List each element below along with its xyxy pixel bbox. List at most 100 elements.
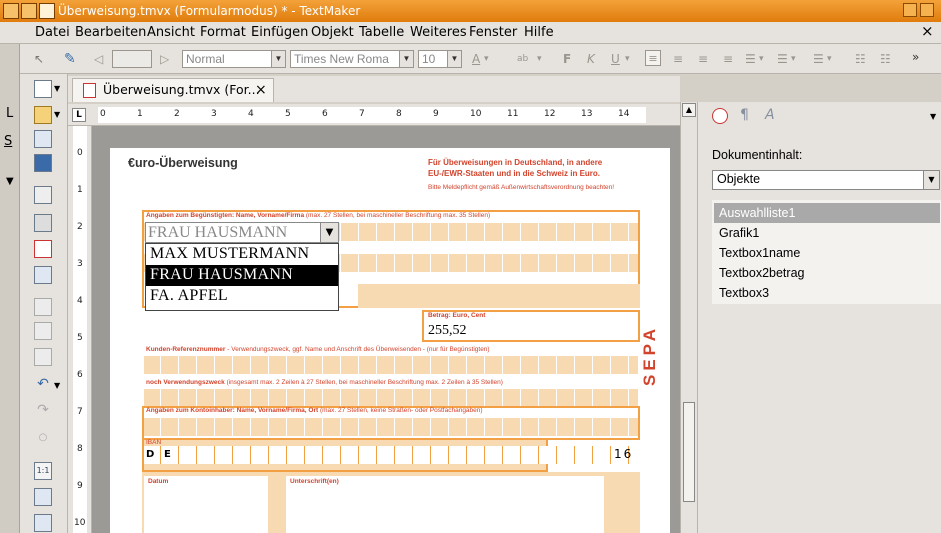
outline-icon[interactable]: ☰	[813, 51, 824, 67]
vertical-ruler-numbers: 0 1 2 3 4 5 6 7 8 9 10	[68, 126, 92, 533]
app-menu-icon[interactable]	[3, 3, 19, 19]
document-canvas[interactable]: €uro-Überweisung Für Überweisungen in De…	[92, 126, 680, 533]
maximize-button[interactable]	[920, 3, 934, 17]
menu-format[interactable]: Format	[200, 26, 246, 40]
window-title-bar[interactable]: Überweisung.tmvx (Formularmodus) * - Tex…	[0, 0, 941, 22]
sidebar-menu-icon[interactable]: ▼	[930, 112, 936, 121]
numbering-icon[interactable]: ☰	[777, 51, 788, 67]
paste-icon[interactable]	[34, 348, 52, 366]
bullets-dropdown[interactable]: ▾	[759, 51, 764, 67]
sidebar-item-auswahlliste1[interactable]: Auswahlliste1	[714, 203, 940, 223]
save-icon[interactable]	[34, 154, 52, 172]
page-width-icon[interactable]	[34, 488, 52, 506]
cut-icon[interactable]	[34, 298, 52, 316]
print-setup-icon[interactable]	[34, 186, 52, 204]
sidebar-filter-select[interactable]: Objekte ▼	[712, 170, 940, 190]
full-page-icon[interactable]	[34, 514, 52, 532]
undo-icon[interactable]: ↶	[34, 376, 52, 394]
underline-dropdown[interactable]: ▾	[625, 51, 630, 67]
circle-icon[interactable]: ○	[34, 430, 52, 448]
tab-stop-selector-icon[interactable]: L	[72, 108, 86, 122]
menu-tabelle[interactable]: Tabelle	[359, 26, 404, 40]
menu-datei[interactable]: Datei	[35, 26, 70, 40]
vertical-ruler[interactable]: 0 1 2 3 4 5 6 7 8 9 10	[68, 126, 92, 533]
toolbar-overflow-button[interactable]: »	[912, 49, 919, 65]
menu-hilfe[interactable]: Hilfe	[524, 26, 554, 40]
close-document-button[interactable]: ×	[921, 24, 934, 39]
align-center-icon[interactable]: ≡	[673, 51, 683, 67]
form-edit-icon[interactable]: ✎	[64, 51, 76, 67]
font-select[interactable]: Times New Roma ▼	[290, 50, 414, 68]
sidebar-item-textbox1name[interactable]: Textbox1name	[714, 243, 940, 263]
menu-weiteres[interactable]: Weiteres	[410, 26, 467, 40]
back-icon[interactable]: ◁	[94, 51, 103, 67]
font-color-dropdown[interactable]: ▾	[484, 51, 489, 67]
justify-icon[interactable]: ≡	[723, 51, 733, 67]
close-tab-icon[interactable]: ×	[255, 79, 267, 101]
chevron-down-icon[interactable]: ▼	[923, 171, 939, 189]
amount-field[interactable]: 255,52	[428, 323, 467, 339]
bullets-icon[interactable]: ☰	[745, 51, 756, 67]
menu-objekt[interactable]: Objekt	[311, 26, 354, 40]
forward-icon[interactable]: ▷	[160, 51, 169, 67]
italic-button[interactable]: K	[587, 51, 595, 67]
new-document-icon[interactable]	[34, 80, 52, 98]
scroll-thumb[interactable]	[683, 402, 695, 502]
menu-fenster[interactable]: Fenster	[469, 26, 517, 40]
font-color-icon[interactable]: A	[472, 51, 480, 67]
numbering-dropdown[interactable]: ▾	[791, 51, 796, 67]
print-preview-icon[interactable]	[34, 266, 52, 284]
paragraph-style-select[interactable]: Normal ▼	[182, 50, 286, 68]
chevron-down-icon[interactable]: ▼	[447, 51, 461, 67]
combo-option-frau-hausmann[interactable]: FRAU HAUSMANN	[146, 265, 338, 286]
copy-icon[interactable]	[34, 322, 52, 340]
document-tab[interactable]: Überweisung.tmvx (For... ×	[72, 78, 274, 102]
vertical-scrollbar[interactable]: ▲	[680, 102, 697, 533]
underline-button[interactable]: U	[611, 51, 620, 67]
cursor-icon[interactable]: ↖	[34, 51, 44, 67]
open-dropdown-icon[interactable]: ▼	[54, 110, 60, 119]
minimize-button[interactable]	[903, 3, 917, 17]
ruler-tick-label: 12	[544, 109, 556, 119]
menu-ansicht[interactable]: Ansicht	[147, 26, 195, 40]
spacing-dropdown[interactable]: ▾	[537, 51, 542, 67]
print-icon[interactable]	[34, 214, 52, 232]
combo-option-max-mustermann[interactable]: MAX MUSTERMANN	[146, 244, 338, 265]
bold-button[interactable]: F	[563, 51, 571, 67]
paragraph-icon[interactable]: ¶	[740, 107, 749, 123]
window-menu-icon[interactable]	[21, 3, 37, 19]
align-left-button[interactable]: ≡	[645, 50, 661, 66]
beneficiary-combo-box[interactable]: FRAU HAUSMANN ▼	[145, 222, 339, 243]
scroll-up-icon[interactable]: ▲	[682, 103, 696, 117]
outline-dropdown[interactable]: ▾	[827, 51, 832, 67]
character-style-icon[interactable]: A	[765, 107, 775, 123]
decrease-indent-icon[interactable]: ☷	[855, 51, 866, 67]
save-as-icon[interactable]	[34, 130, 52, 148]
font-value: Times New Roma	[294, 52, 389, 66]
menu-bearbeiten[interactable]: Bearbeiten	[75, 26, 146, 40]
menu-einfuegen[interactable]: Einfügen	[251, 26, 308, 40]
chevron-down-icon[interactable]: ▼	[271, 51, 285, 67]
object-field[interactable]	[112, 50, 152, 68]
export-pdf-icon[interactable]	[34, 240, 52, 258]
chevron-down-icon[interactable]: ▼	[399, 51, 413, 67]
new-dropdown-icon[interactable]: ▼	[54, 84, 60, 93]
combo-option-fa-apfel[interactable]: FA. APFEL	[146, 286, 338, 307]
undo-dropdown-icon[interactable]: ▼	[54, 381, 60, 390]
navigator-icon[interactable]	[712, 108, 728, 124]
ruler-tick-label: 2	[174, 109, 180, 119]
sidebar-item-textbox2betrag[interactable]: Textbox2betrag	[714, 263, 940, 283]
font-size-select[interactable]: 10 ▼	[418, 50, 462, 68]
zoom-100-icon[interactable]: 1:1	[34, 462, 52, 480]
redo-icon[interactable]: ↷	[34, 402, 52, 420]
sidebar-item-textbox3[interactable]: Textbox3	[714, 283, 940, 303]
combo-chevron-down-icon[interactable]: ▼	[320, 223, 338, 242]
align-right-icon[interactable]: ≡	[698, 51, 708, 67]
open-folder-icon[interactable]	[34, 106, 52, 124]
horizontal-ruler[interactable]: L 0 1 2 3 4 5 6 7 8 9 10 11 12 13 14	[68, 104, 680, 126]
increase-indent-icon[interactable]: ☷	[880, 51, 891, 67]
sidebar-item-grafik1[interactable]: Grafik1	[714, 223, 940, 243]
window-title: Überweisung.tmvx (Formularmodus) * - Tex…	[58, 4, 361, 18]
strip-collapse-icon[interactable]: ▼	[6, 176, 14, 187]
character-spacing-icon[interactable]: ab	[517, 51, 528, 67]
